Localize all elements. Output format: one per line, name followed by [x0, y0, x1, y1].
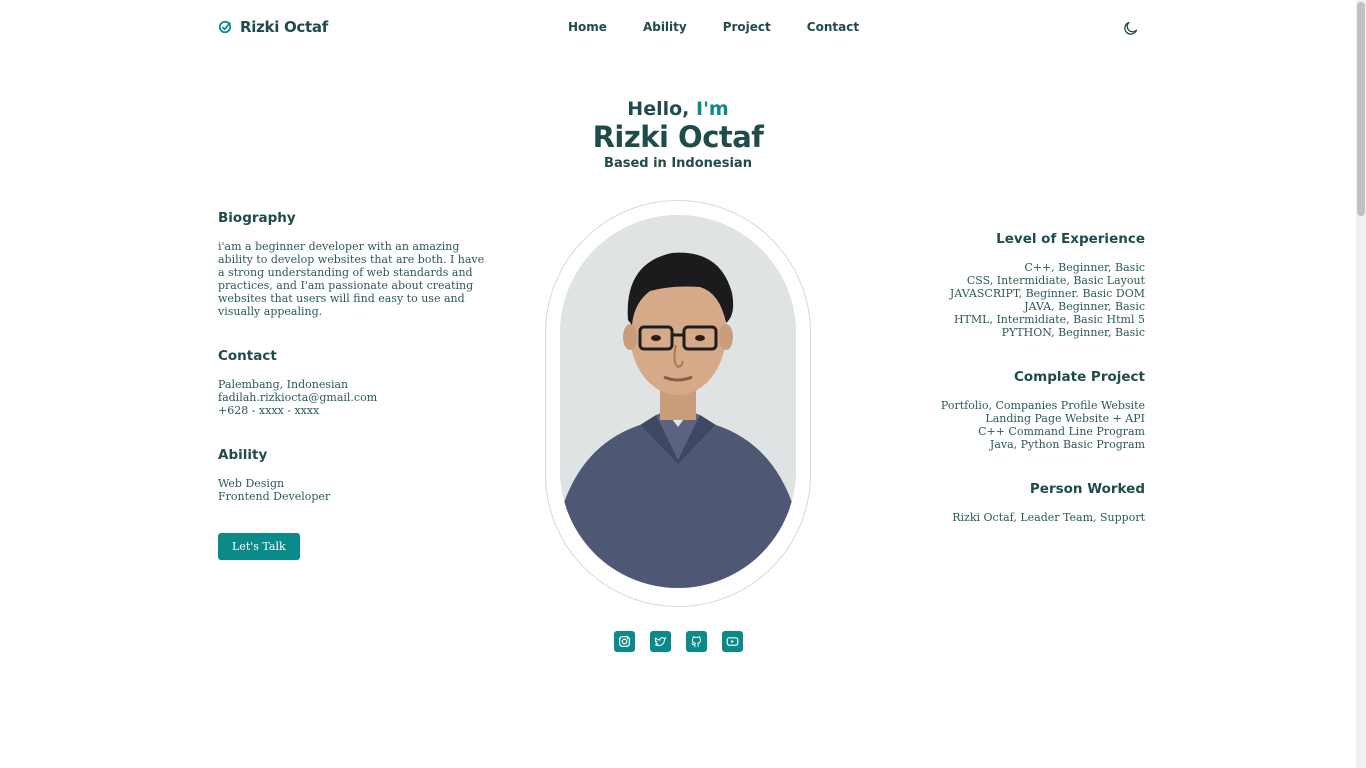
lets-talk-button[interactable]: Let's Talk: [218, 533, 300, 560]
twitter-button[interactable]: [650, 631, 671, 652]
hero-hello: Hello,: [627, 98, 690, 120]
biography-text: i'am a beginner developer with an amazin…: [218, 240, 485, 318]
site-header: Rizki Octaf Home Ability Project Contact: [0, 0, 1356, 56]
nav-contact[interactable]: Contact: [807, 20, 859, 34]
logo-text: Rizki Octaf: [240, 18, 328, 36]
hero-name: Rizki Octaf: [592, 120, 764, 154]
twitter-icon: [654, 637, 667, 647]
contact-section: Contact Palembang, Indonesian fadilah.ri…: [218, 348, 488, 417]
biography-title: Biography: [218, 210, 296, 226]
nav-home[interactable]: Home: [568, 20, 607, 34]
contact-title: Contact: [218, 348, 277, 364]
experience-item: JAVASCRIPT, Beginner. Basic DOM: [949, 287, 1145, 300]
hero-based: Based in Indonesian: [604, 156, 752, 171]
worked-text: Rizki Octaf, Leader Team, Support: [952, 511, 1145, 524]
nav-project[interactable]: Project: [723, 20, 771, 34]
project-item: Java, Python Basic Program: [989, 438, 1145, 451]
instagram-button[interactable]: [614, 631, 635, 652]
experience-item: C++, Beginner, Basic: [1024, 261, 1145, 274]
experience-item: HTML, Intermidiate, Basic Html 5: [953, 313, 1145, 326]
biography-section: Biography i'am a beginner developer with…: [218, 210, 488, 318]
profile-photo: [560, 215, 796, 588]
hero-greeting: Hello, I'm: [0, 98, 1356, 120]
ability-list: Web Design Frontend Developer: [218, 477, 488, 503]
experience-item: PYTHON, Beginner, Basic: [1001, 326, 1145, 339]
github-button[interactable]: [686, 631, 707, 652]
left-column: Biography i'am a beginner developer with…: [218, 210, 488, 560]
moon-icon[interactable]: [1123, 20, 1139, 36]
github-icon: [691, 636, 702, 648]
contact-details: Palembang, Indonesian fadilah.rizkiocta@…: [218, 378, 488, 417]
projects-section: Complate Project Portfolio, Companies Pr…: [865, 369, 1145, 451]
right-column: Level of Experience C++, Beginner, Basic…: [865, 231, 1145, 554]
scrollbar-thumb[interactable]: [1357, 2, 1365, 216]
project-item: Portfolio, Companies Profile Website: [940, 399, 1145, 412]
project-item: C++ Command Line Program: [978, 425, 1145, 438]
ability-item: Web Design: [218, 477, 285, 490]
hero-im: I'm: [696, 98, 729, 120]
projects-title: Complate Project: [1013, 369, 1145, 385]
contact-location: Palembang, Indonesian: [218, 378, 349, 391]
contact-email[interactable]: fadilah.rizkiocta@gmail.com: [218, 391, 488, 404]
logo[interactable]: Rizki Octaf: [218, 18, 328, 36]
experience-item: CSS, Intermidiate, Basic Layout: [966, 274, 1145, 287]
worked-section: Person Worked Rizki Octaf, Leader Team, …: [865, 481, 1145, 524]
ability-title: Ability: [218, 447, 268, 463]
main-nav: Home Ability Project Contact: [568, 20, 895, 34]
page-scrollbar[interactable]: [1356, 0, 1366, 768]
worked-title: Person Worked: [1029, 481, 1145, 497]
contact-phone: +628 - xxxx - xxxx: [218, 404, 320, 417]
project-item: Landing Page Website + API: [985, 412, 1145, 425]
experience-list: C++, Beginner, Basic CSS, Intermidiate, …: [865, 261, 1145, 339]
experience-title: Level of Experience: [996, 231, 1145, 247]
profile-photo-frame: [545, 200, 811, 607]
social-links: [614, 631, 743, 652]
ability-item: Frontend Developer: [218, 490, 331, 503]
projects-list: Portfolio, Companies Profile Website Lan…: [865, 399, 1145, 451]
logo-icon: [218, 20, 232, 34]
experience-item: JAVA, Beginner, Basic: [1024, 300, 1145, 313]
experience-section: Level of Experience C++, Beginner, Basic…: [865, 231, 1145, 339]
nav-ability[interactable]: Ability: [643, 20, 687, 34]
hero: Hello, I'm Rizki Octaf Based in Indonesi…: [0, 98, 1356, 171]
ability-section: Ability Web Design Frontend Developer: [218, 447, 488, 503]
instagram-icon: [619, 636, 630, 647]
youtube-button[interactable]: [722, 631, 743, 652]
youtube-icon: [726, 637, 739, 646]
